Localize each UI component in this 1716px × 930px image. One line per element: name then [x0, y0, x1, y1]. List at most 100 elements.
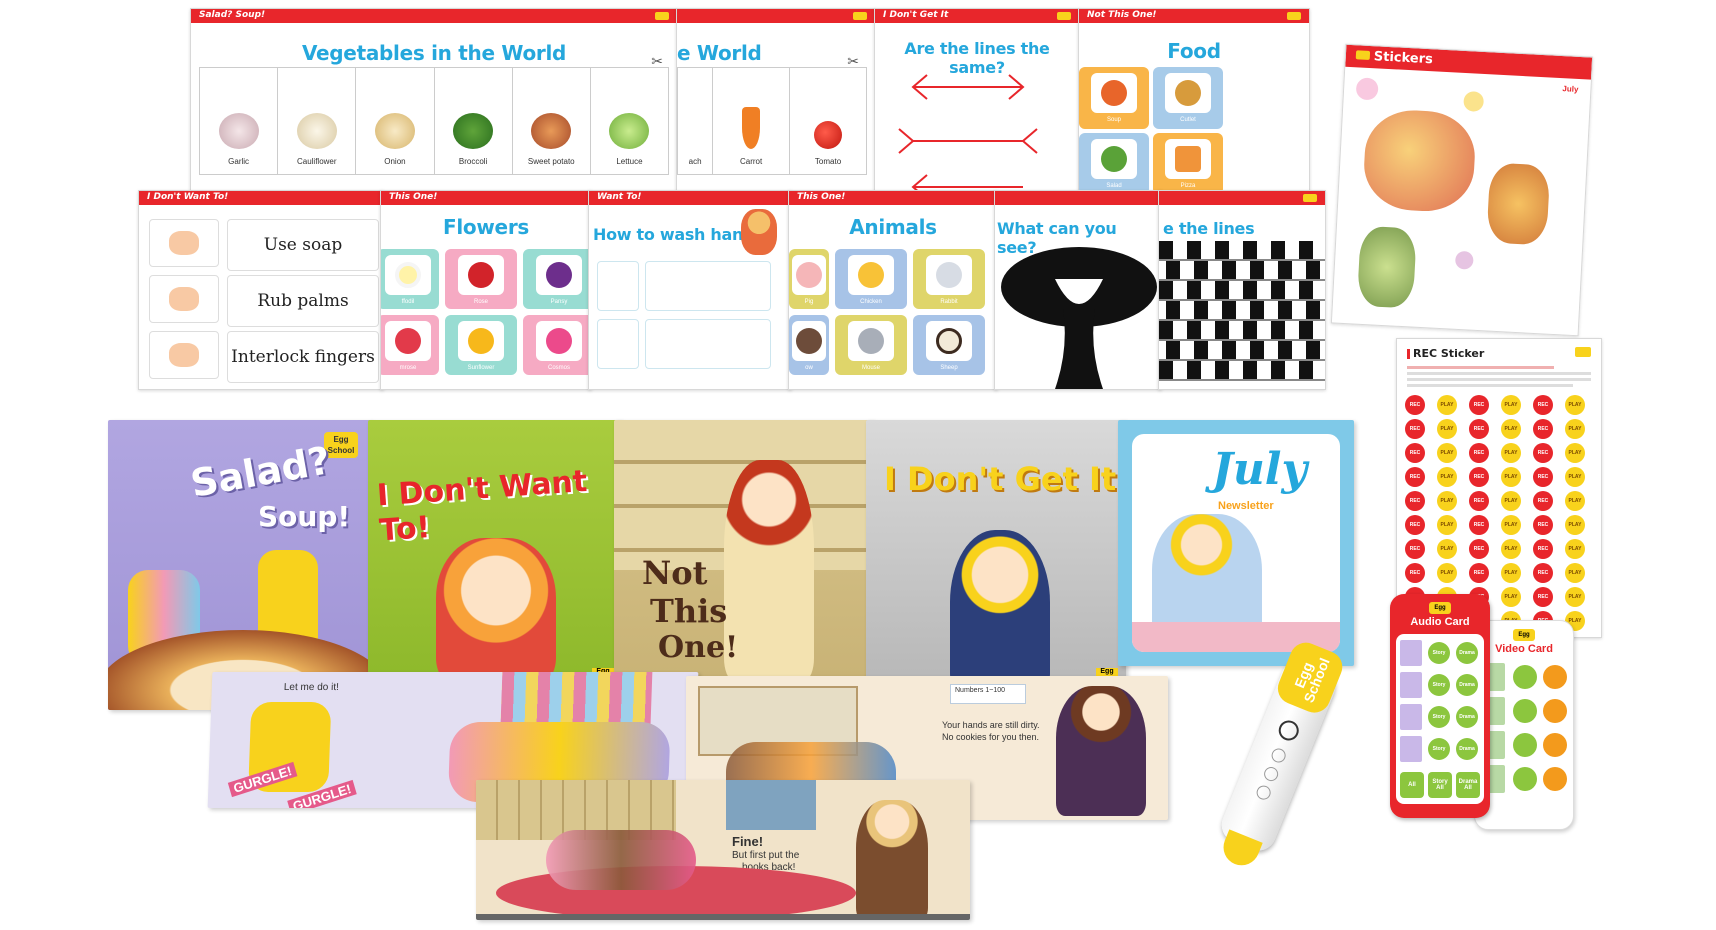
- animals-grid: Pig Chicken Rabbit ow Mouse Sheep: [789, 249, 985, 375]
- play-video-button[interactable]: [1513, 767, 1537, 791]
- audio-card: Egg Audio Card Story Drama Story Drama Story…: [1390, 594, 1490, 818]
- animal-tile: Mouse: [835, 315, 907, 375]
- video-menu-button[interactable]: [1543, 767, 1567, 791]
- story-button[interactable]: Story: [1428, 706, 1450, 728]
- hands-icon: [149, 219, 219, 267]
- flower-label: Rose: [473, 299, 488, 305]
- rec-dot: REC: [1533, 443, 1553, 463]
- sheet-title: Vegetables in the World: [301, 41, 567, 65]
- food-grid: Soup Cutlet Salad Pizza: [1079, 67, 1223, 192]
- flower-label: Cosmos: [547, 365, 570, 371]
- story-button[interactable]: Story: [1428, 642, 1450, 664]
- sheet-header: This One!: [789, 191, 997, 205]
- all-button[interactable]: Drama All: [1456, 772, 1480, 798]
- sheet-header-text: This One!: [389, 192, 438, 202]
- veg-label: ach: [688, 157, 702, 166]
- flowers-sheet: This One! Flowers ffodil Rose Pansy mros…: [380, 190, 592, 390]
- book-title: I Don't Want To!: [375, 463, 589, 549]
- rec-dot: REC: [1405, 539, 1425, 559]
- boy-illustration: [741, 209, 777, 255]
- how-to-wash-sheet: Want To! How to wash hands: [588, 190, 792, 390]
- rec-header: REC Sticker: [1397, 339, 1601, 362]
- flower-label: Pansy: [550, 299, 568, 305]
- veg-label: Garlic: [228, 157, 250, 166]
- wash-step: Rub palms: [149, 275, 379, 327]
- drama-button[interactable]: Drama: [1456, 706, 1478, 728]
- rec-dot: REC: [1469, 395, 1489, 415]
- drama-button[interactable]: Drama: [1456, 738, 1478, 760]
- rec-dot: PLAY: [1437, 563, 1457, 583]
- food-sheet: Not This One! Food Soup Cutlet Salad Piz…: [1078, 8, 1310, 193]
- card-brand: Egg: [1513, 629, 1535, 641]
- newsletter-subtitle: Newsletter: [1218, 500, 1274, 512]
- drama-button[interactable]: Drama: [1456, 642, 1478, 664]
- all-button[interactable]: Story All: [1428, 772, 1452, 798]
- animal-tile: ow: [789, 315, 829, 375]
- wash-step: Use soap: [149, 219, 379, 271]
- play-video-button[interactable]: [1513, 733, 1537, 757]
- step-label: Use soap: [227, 219, 379, 271]
- rec-dot: REC: [1469, 563, 1489, 583]
- animal-label: Pig: [804, 299, 814, 305]
- veg-cell: Carrot: [713, 68, 791, 174]
- rec-dot: REC: [1469, 467, 1489, 487]
- book-title: I Don't Get It: [884, 460, 1117, 498]
- video-menu-button[interactable]: [1543, 733, 1567, 757]
- card-title: Video Card: [1495, 643, 1553, 655]
- rec-dot: REC: [1405, 563, 1425, 583]
- story-button[interactable]: Story: [1428, 738, 1450, 760]
- book-title: Salad?: [187, 438, 333, 506]
- rec-dot: REC: [1469, 491, 1489, 511]
- rec-bar: [1407, 349, 1410, 359]
- play-video-button[interactable]: [1513, 665, 1537, 689]
- video-menu-button[interactable]: [1543, 665, 1567, 689]
- vegetables-sheet-2: e World ✂ ach Carrot Tomato: [676, 8, 876, 193]
- sheet-title: e World: [677, 41, 762, 65]
- rec-dot: REC: [1533, 395, 1553, 415]
- spread-caption: Your hands are still dirty.: [942, 720, 1040, 730]
- video-button-grid: [1481, 659, 1567, 829]
- blank-box: [597, 261, 639, 311]
- wash-step: Interlock fingers: [149, 331, 379, 383]
- rec-dot: REC: [1533, 563, 1553, 583]
- veg-cell: Broccoli: [435, 68, 513, 174]
- video-menu-button[interactable]: [1543, 699, 1567, 723]
- sheet-header: I Don't Want To!: [139, 191, 383, 205]
- rec-dot: REC: [1469, 443, 1489, 463]
- rec-dot: PLAY: [1501, 395, 1521, 415]
- newsletter-page: July Newsletter: [1132, 434, 1340, 652]
- audio-button-grid: Story Drama Story Drama Story Drama Story Drama…: [1396, 634, 1484, 804]
- all-button[interactable]: All: [1400, 772, 1424, 798]
- rec-dot: REC: [1405, 419, 1425, 439]
- veg-label: Sweet potato: [527, 157, 575, 166]
- talking-pen[interactable]: Egg School: [1209, 637, 1348, 875]
- rec-dot: REC: [1469, 515, 1489, 535]
- story-button[interactable]: Story: [1428, 674, 1450, 696]
- rec-dot: PLAY: [1565, 491, 1585, 511]
- sheet-header: [677, 9, 875, 23]
- book-title-2: This: [650, 592, 727, 630]
- book-i-dont-want-to: I Don't Want To! Egg: [368, 420, 622, 688]
- sheet-header-text: I Don't Get It: [883, 10, 949, 20]
- wash-step-list: Use soap Rub palms Interlock fingers: [149, 219, 379, 383]
- number-chart-text: Numbers 1~100: [955, 687, 1006, 694]
- brand-text: Egg: [1518, 632, 1530, 638]
- sheet-title: Animals: [849, 215, 937, 239]
- rec-dot: PLAY: [1437, 491, 1457, 511]
- sheet-header-text: Salad? Soup!: [199, 10, 266, 20]
- step-text: Use soap: [263, 235, 343, 255]
- drama-button[interactable]: Drama: [1456, 674, 1478, 696]
- july-newsletter: July Newsletter: [1118, 420, 1354, 666]
- food-tile: Cutlet: [1153, 67, 1223, 129]
- play-video-button[interactable]: [1513, 699, 1537, 723]
- sticker-boy: [1486, 162, 1551, 246]
- rec-dot: PLAY: [1501, 443, 1521, 463]
- veg-label: Tomato: [814, 157, 842, 166]
- rec-dot: PLAY: [1437, 395, 1457, 415]
- sheet-title: Flowers: [443, 215, 529, 239]
- rec-dot: PLAY: [1501, 563, 1521, 583]
- veg-label: Broccoli: [458, 157, 488, 166]
- vegetables-sheet: Salad? Soup! Vegetables in the World ✂ G…: [190, 8, 678, 193]
- animals-sheet: This One! Animals Pig Chicken Rabbit ow …: [788, 190, 998, 390]
- book-title-line: Salad?: [187, 438, 334, 506]
